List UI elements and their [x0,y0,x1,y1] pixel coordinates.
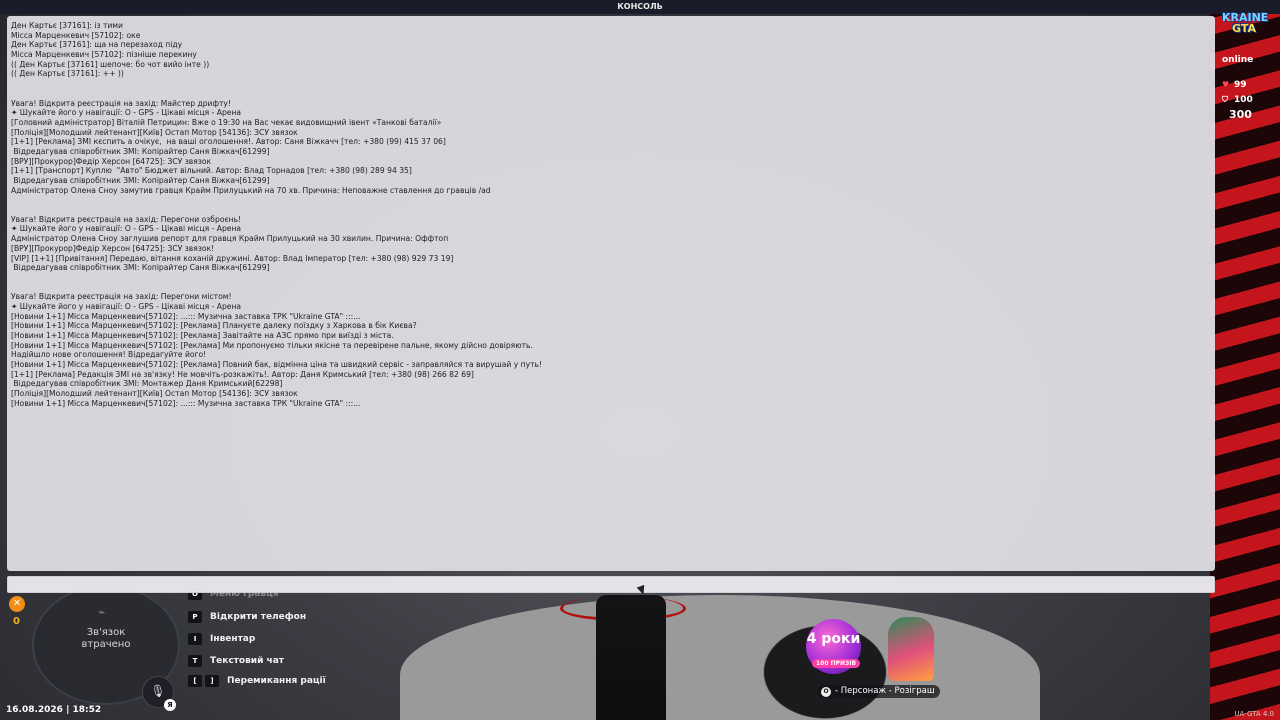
console-line: ✦ Шукайте його у навігації: O - GPS - Ці… [11,108,242,118]
key-hint-label: Інвентар [210,634,256,644]
console-line: Адміністратор Олена Сноу замутив гравця … [11,185,491,195]
key-hint-label: Текстовий чат [210,656,284,666]
alert-icon: ✕ [9,596,25,612]
console-line: [1+1] [Реклама] ЗМІ кєспить а очікує, на… [11,137,446,147]
date-time: 16.08.2026 | 18:52 [6,705,102,715]
studio-floor [400,595,1040,720]
microphone-icon: 🎙 [150,684,166,698]
no-signal-icon: ⌁ [98,605,106,619]
console-line: Відредагував співробітник ЗМІ: Копірайте… [11,146,270,156]
console-line: Ден Картьє [37161]: із тими [11,21,123,30]
console-line: [Новини 1+1] Місса Марценкевич[57102]: .… [11,311,361,321]
key-cap: [ [188,675,202,687]
console-line: (( Ден Картьє [37161]: ++ )) [11,69,124,79]
health-value: 99 [1234,80,1247,90]
key-cap: I [188,633,202,645]
console-line: Відредагував співробітник ЗМІ: Копірайте… [11,176,270,185]
console-line: Відредагував співробітник ЗМІ: Монтажер … [11,379,283,389]
console-line: [1+1] [Реклама] Редакція ЗМІ на зв'язку!… [11,369,474,379]
key-hint: P Відкрити телефон [188,611,306,623]
key-cap: T [188,655,202,667]
ukraine-gta-logo: KRAINE GTA [1222,12,1274,42]
anniversary-promo[interactable]: 4 роки 100 ПРИЗІВ [800,615,940,685]
game-version: UA-GTA 4.0 [1234,710,1274,718]
connection-lost-text: Зв'язок втрачено [81,627,131,650]
key-hint-label: Відкрити телефон [210,612,307,622]
player-character [596,595,666,720]
online-counter: online [1222,55,1254,65]
console-line: Адміністратор Олена Сноу заглушив репорт… [11,234,449,244]
promo-character-image [888,617,934,681]
console-line: [Новини 1+1] Місса Марценкевич[57102]: [… [11,321,417,331]
mic-key-label: Я [164,699,176,711]
promo-caption: O - Персонаж - Розіграш [818,685,940,698]
console-line: Місса Марценкевич [57102]: оке [11,30,141,40]
console-line: Надійшло нове оголошення! Відредагуйте й… [11,350,207,360]
console-line: Ден Картьє [37161]: ща на перезаход піду [11,40,183,50]
console-line: [Новини 1+1] Місса Марценкевич[57102]: [… [11,360,543,370]
voice-chat-button[interactable]: 🎙 Я [142,676,176,711]
console-line: [Головний адміністратор] Віталій Петрици… [11,117,442,127]
key-hint: [] Перемикання рації [188,675,326,687]
logo-bottom-text: GTA [1232,22,1256,35]
console-line: Місса Марценкевич [57102]: пізніше перек… [11,50,197,60]
heart-icon: ♥ [1222,80,1230,89]
alert-count: 0 [13,616,20,627]
console-line: ✦ Шукайте його у навігації: O - GPS - Ці… [11,301,242,311]
console-line: [ВРУ][Прокурор]Федір Херсон [64725]: ЗСУ… [11,156,212,166]
console-line: [Новини 1+1] Місса Марценкевич[57102]: [… [11,331,394,340]
console-input[interactable] [8,582,1214,597]
console-line: [1+1] [Транспорт] Куплю "Авто" Бюджет ві… [11,166,412,176]
key-cap: ] [205,675,219,687]
console-line: Увага! Відкрита реєстрація на захід: Пер… [11,214,242,224]
console-line: ✦ Шукайте його у навігації: O - GPS - Ці… [11,224,242,234]
money-value: 300 [1229,108,1252,121]
console-log[interactable]: Ден Картьє [37161]: із тими Місса Марценк… [7,16,1215,571]
armor-stat: ⛉ 100 [1222,95,1253,105]
promo-key: O [821,687,831,697]
console-line: Увага! Відкрита реєстрація на захід: Пер… [11,292,232,302]
key-cap: P [188,611,202,623]
promo-prizes: 100 ПРИЗІВ [812,659,861,668]
shield-icon: ⛉ [1222,95,1228,104]
armor-value: 100 [1234,95,1253,105]
console-input-box[interactable] [7,576,1215,597]
health-stat: ♥ 99 [1222,80,1247,90]
promo-caption-text: - Персонаж - Розіграш [835,686,935,696]
console-line: Відредагував співробітник ЗМІ: Копірайте… [11,263,270,273]
console-line: Увага! Відкрита реєстрація на захід: Май… [11,98,231,108]
console-line: [VIP] [1+1] [Привітання] Передаю, вітанн… [11,253,454,263]
key-hint: I Інвентар [188,633,255,645]
key-hint-label: Перемикання рації [227,676,326,686]
console-line: [Поліція][Молодший лейтенант][Київ] Оста… [11,389,298,399]
console-line: [Новини 1+1] Місса Марценкевич[57102]: [… [11,340,533,350]
key-hint: T Текстовий чат [188,655,284,667]
console-line: [Поліція][Молодший лейтенант][Київ] Оста… [11,127,298,137]
console-title: КОНСОЛЬ [0,0,1280,14]
console-line: (( Ден Картьє [37161] шепоче: бо чот вий… [11,59,210,69]
console-line: [Новини 1+1] Місса Марценкевич[57102]: .… [11,398,361,408]
console-line: [ВРУ][Прокурор]Федір Херсон [64725]: ЗСУ… [11,243,215,253]
